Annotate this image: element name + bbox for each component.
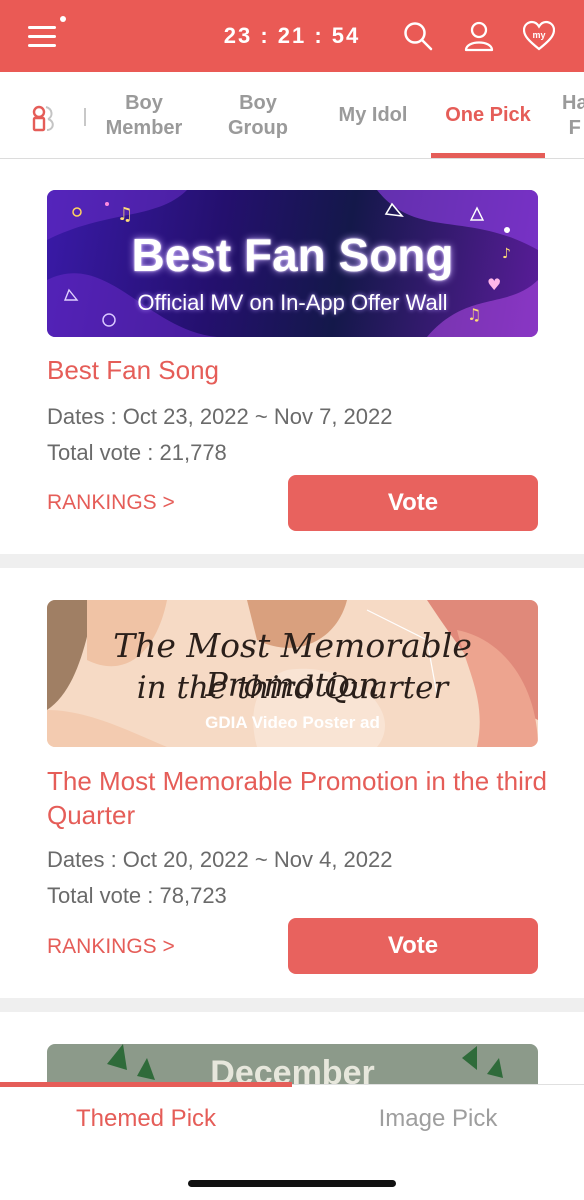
tab-my-idol[interactable]: My Idol <box>324 72 422 158</box>
tab-boy-member[interactable]: Boy Member <box>96 72 192 158</box>
vote-banner-image[interactable]: The Most Memorable Promotion in the thir… <box>47 600 538 747</box>
tab-boy-group[interactable]: Boy Group <box>210 72 306 158</box>
search-icon[interactable] <box>402 20 434 52</box>
top-app-bar: 23 : 21 : 54 my <box>0 0 584 72</box>
vote-title[interactable]: The Most Memorable Promotion in the thir… <box>47 764 547 832</box>
notification-dot <box>60 16 66 22</box>
rankings-link[interactable]: RANKINGS > <box>47 935 175 959</box>
vote-button[interactable]: Vote <box>288 475 538 531</box>
vote-banner-image[interactable]: ♫ ♥ ♫ ♪ Best Fan Song Official MV on In-… <box>47 190 538 337</box>
banner-title-line2: in the third Quarter <box>136 670 449 706</box>
home-indicator <box>188 1180 396 1187</box>
banner-title: Best Fan Song <box>131 229 454 281</box>
card-divider <box>0 554 584 568</box>
vote-button[interactable]: Vote <box>288 918 538 974</box>
vote-title[interactable]: Best Fan Song <box>47 353 547 387</box>
countdown-clock: 23 : 21 : 54 <box>223 23 361 48</box>
vote-card: December <box>0 1012 584 1084</box>
bottom-tab-indicator <box>0 1082 292 1087</box>
heart-my-icon[interactable]: my <box>522 20 556 52</box>
vote-dates: Dates : Oct 23, 2022 ~ Nov 7, 2022 <box>47 404 393 429</box>
tab-image-pick[interactable]: Image Pick <box>292 1105 584 1133</box>
svg-text:♫: ♫ <box>117 204 133 225</box>
vote-card: The Most Memorable Promotion in the thir… <box>0 568 584 998</box>
vote-card: ♫ ♥ ♫ ♪ Best Fan Song Official MV on In-… <box>0 160 584 554</box>
vote-total: Total vote : 78,723 <box>47 883 227 908</box>
tab-separator <box>84 108 86 126</box>
active-tab-indicator <box>431 153 545 158</box>
tab-partial[interactable]: Ha F <box>562 72 584 158</box>
bottom-tab-bar: Themed Pick Image Pick <box>0 1082 584 1200</box>
tab-one-pick[interactable]: One Pick <box>431 72 545 158</box>
user-icon[interactable] <box>463 20 495 52</box>
banner-title: December <box>210 1054 375 1084</box>
category-tabs: Boy Member Boy Group My Idol One Pick Ha… <box>0 72 584 159</box>
vote-total: Total vote : 21,778 <box>47 440 227 465</box>
banner-subtitle: Official MV on In-App Offer Wall <box>137 290 448 315</box>
svg-text:my: my <box>532 30 545 40</box>
rankings-link[interactable]: RANKINGS > <box>47 491 175 515</box>
vote-banner-image[interactable]: December <box>47 1044 538 1084</box>
vote-list[interactable]: ♫ ♥ ♫ ♪ Best Fan Song Official MV on In-… <box>0 160 584 1084</box>
tab-themed-pick[interactable]: Themed Pick <box>0 1105 292 1133</box>
vote-dates: Dates : Oct 20, 2022 ~ Nov 4, 2022 <box>47 847 393 872</box>
banner-caption: GDIA Video Poster ad <box>205 713 380 732</box>
card-divider <box>0 998 584 1012</box>
idol-logo-icon[interactable] <box>28 103 58 133</box>
